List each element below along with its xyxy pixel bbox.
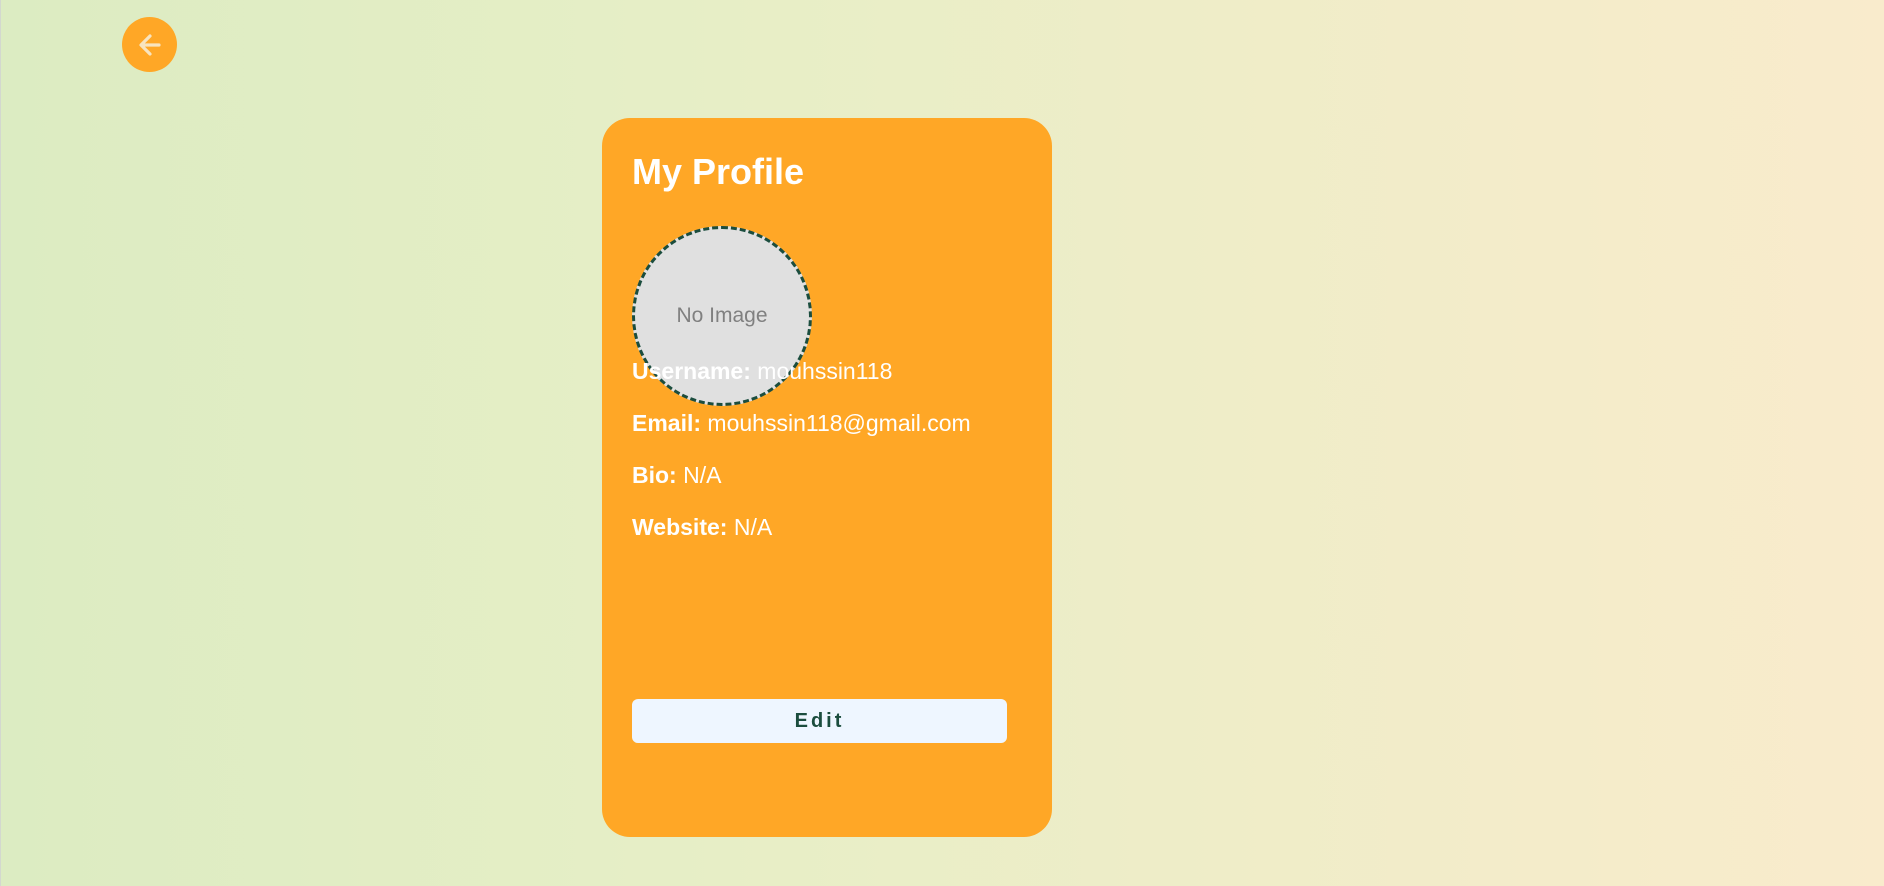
email-label: Email: bbox=[632, 410, 702, 436]
bio-label: Bio: bbox=[632, 462, 677, 488]
email-row: Email: mouhssin118@gmail.com bbox=[632, 412, 971, 435]
email-value: mouhssin118@gmail.com bbox=[707, 410, 971, 436]
arrow-left-icon bbox=[135, 30, 165, 60]
username-row: Username: mouhssin118 bbox=[632, 360, 892, 383]
profile-card: My Profile No Image Username: mouhssin11… bbox=[602, 118, 1052, 837]
username-value: mouhssin118 bbox=[757, 358, 893, 384]
edit-button-label: Edit bbox=[794, 709, 845, 732]
page-edge bbox=[0, 0, 1, 886]
website-label: Website: bbox=[632, 514, 728, 540]
back-button[interactable] bbox=[122, 17, 177, 72]
edit-button[interactable]: Edit bbox=[632, 699, 1007, 743]
bio-row: Bio: N/A bbox=[632, 464, 721, 487]
username-label: Username: bbox=[632, 358, 751, 384]
bio-value: N/A bbox=[683, 462, 722, 488]
avatar-placeholder-text: No Image bbox=[676, 304, 768, 327]
page-title: My Profile bbox=[632, 151, 805, 192]
website-row: Website: N/A bbox=[632, 516, 772, 539]
website-value: N/A bbox=[733, 514, 773, 540]
